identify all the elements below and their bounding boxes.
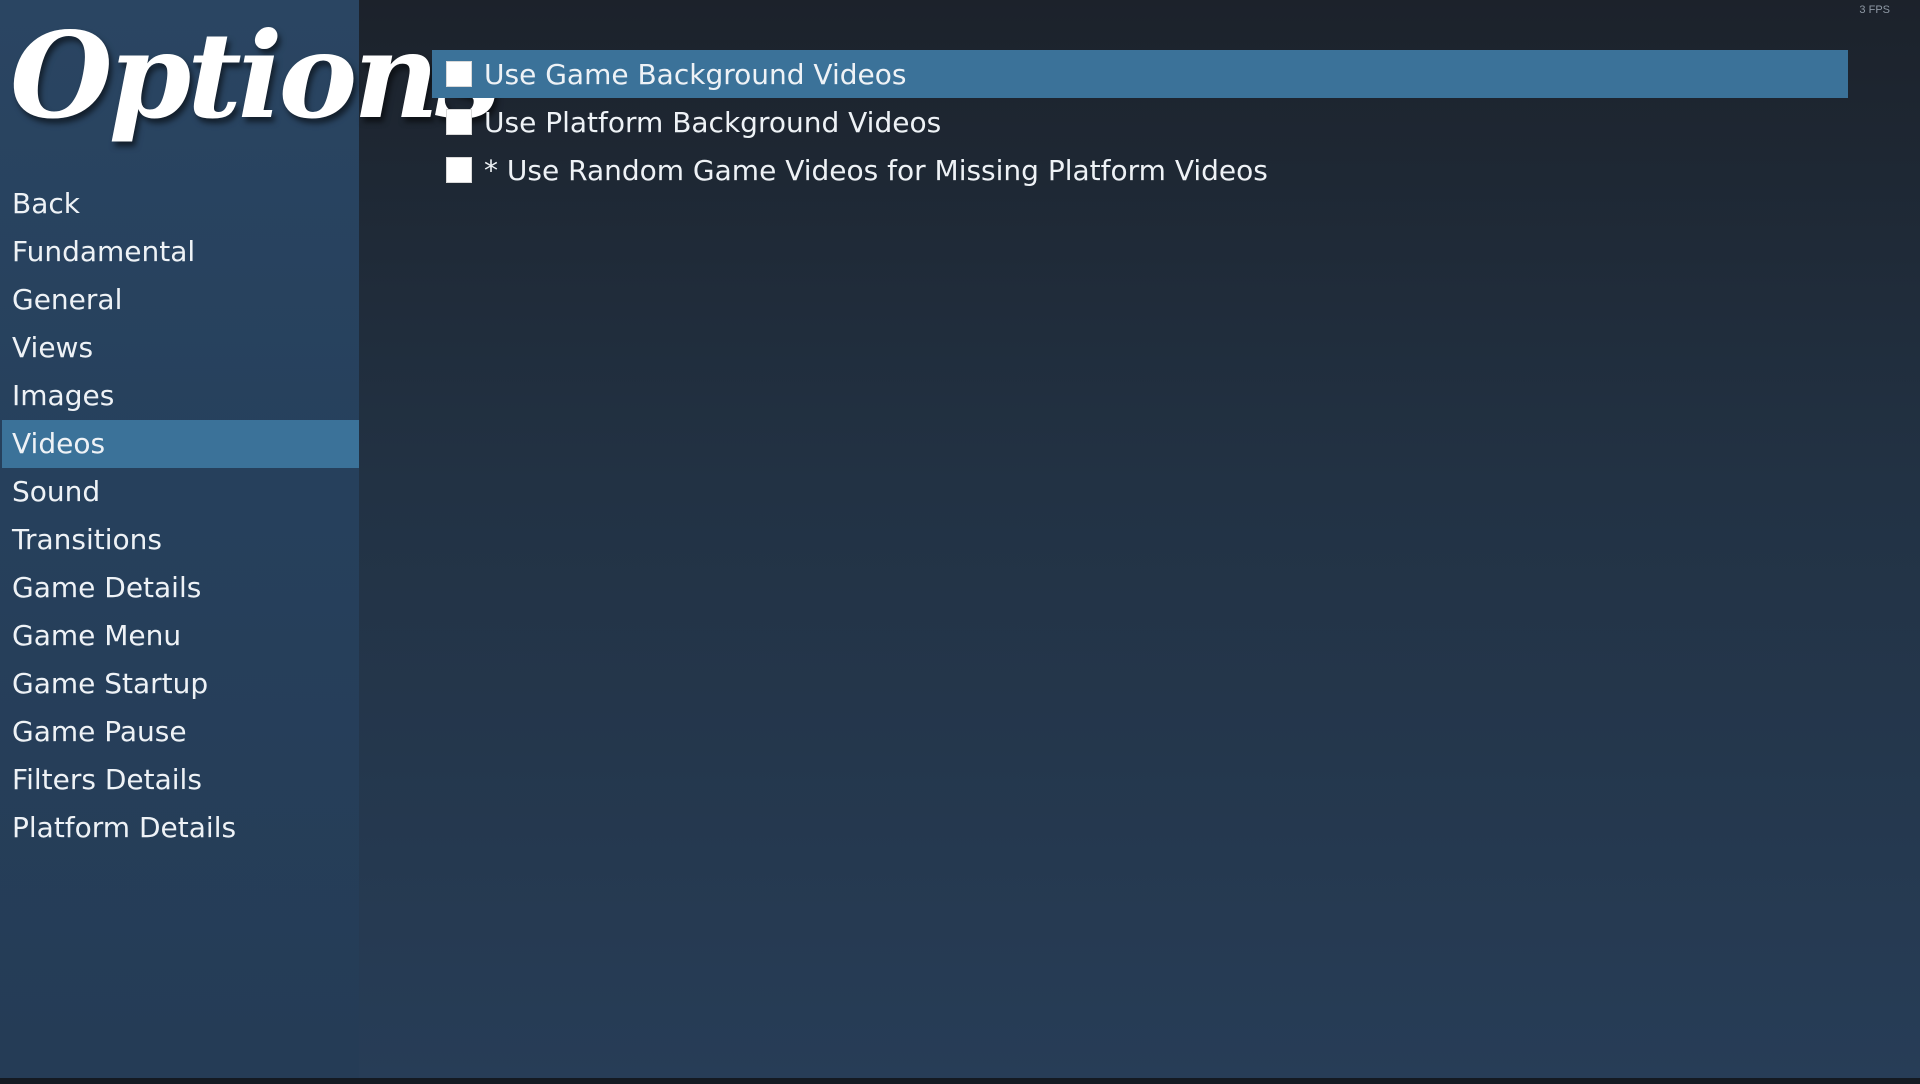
sidebar-item-game-details[interactable]: Game Details xyxy=(2,564,359,612)
sidebar-item-platform-details[interactable]: Platform Details xyxy=(2,804,359,852)
sidebar-nav: Back Fundamental General Views Images Vi… xyxy=(2,180,359,852)
option-use-random-game-videos[interactable]: * Use Random Game Videos for Missing Pla… xyxy=(432,146,1848,194)
sidebar: Options Back Fundamental General Views I… xyxy=(0,0,502,1078)
options-list: Use Game Background Videos Use Platform … xyxy=(432,50,1848,194)
sidebar-item-game-menu[interactable]: Game Menu xyxy=(2,612,359,660)
sidebar-item-videos[interactable]: Videos xyxy=(2,420,359,468)
sidebar-item-views[interactable]: Views xyxy=(2,324,359,372)
checkbox[interactable] xyxy=(446,109,472,135)
sidebar-item-game-startup[interactable]: Game Startup xyxy=(2,660,359,708)
option-label: Use Game Background Videos xyxy=(484,57,907,91)
option-use-game-background-videos[interactable]: Use Game Background Videos xyxy=(432,50,1848,98)
sidebar-item-back[interactable]: Back xyxy=(2,180,359,228)
sidebar-item-images[interactable]: Images xyxy=(2,372,359,420)
sidebar-item-filters-details[interactable]: Filters Details xyxy=(2,756,359,804)
option-use-platform-background-videos[interactable]: Use Platform Background Videos xyxy=(432,98,1848,146)
checkbox[interactable] xyxy=(446,157,472,183)
sidebar-item-general[interactable]: General xyxy=(2,276,359,324)
options-screen: Options Back Fundamental General Views I… xyxy=(0,0,1920,1078)
sidebar-item-fundamental[interactable]: Fundamental xyxy=(2,228,359,276)
option-label: * Use Random Game Videos for Missing Pla… xyxy=(484,153,1268,187)
fps-counter: 3 FPS xyxy=(1859,4,1890,16)
sidebar-item-game-pause[interactable]: Game Pause xyxy=(2,708,359,756)
options-logo: Options xyxy=(10,6,502,145)
checkbox[interactable] xyxy=(446,61,472,87)
sidebar-item-sound[interactable]: Sound xyxy=(2,468,359,516)
sidebar-item-transitions[interactable]: Transitions xyxy=(2,516,359,564)
option-label: Use Platform Background Videos xyxy=(484,105,942,139)
